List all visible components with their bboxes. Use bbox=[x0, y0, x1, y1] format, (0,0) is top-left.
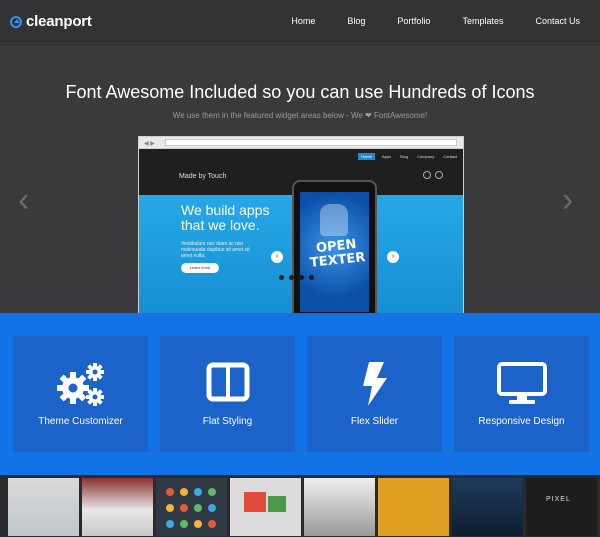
portfolio-thumbnail[interactable] bbox=[304, 478, 375, 536]
browser-toolbar: ◀ ▶ bbox=[139, 137, 463, 149]
hero-subtitle-start: We use them in the featured widget areas… bbox=[172, 111, 363, 120]
handprint-icon bbox=[320, 204, 348, 236]
nav-contact[interactable]: Contact Us bbox=[535, 16, 580, 26]
portfolio-thumbnail[interactable] bbox=[378, 478, 449, 536]
portfolio-thumbnail[interactable] bbox=[452, 478, 523, 536]
bolt-icon bbox=[307, 362, 442, 406]
mockup-nav-item: Apps bbox=[381, 154, 392, 159]
feature-label: Flat Styling bbox=[202, 416, 253, 427]
desktop-icon bbox=[454, 362, 589, 406]
phone-image: OPEN TEXTER bbox=[292, 180, 377, 325]
logo[interactable]: cleanport bbox=[10, 13, 92, 30]
mockup-body-text: Vestibulum nec diam ac nisi malesuada da… bbox=[181, 241, 250, 259]
logo-text: cleanport bbox=[26, 13, 92, 30]
features-section: Theme Customizer Flat Styling Flex Slide… bbox=[0, 313, 600, 475]
twitter-icon bbox=[423, 171, 431, 179]
heart-icon: ❤ bbox=[365, 111, 372, 120]
portfolio-thumbnail[interactable] bbox=[156, 478, 227, 536]
mockup-nav-item: Company bbox=[417, 154, 435, 159]
pager-dot bbox=[299, 275, 304, 280]
browser-url-bar bbox=[165, 139, 457, 146]
portfolio-thumbnail[interactable]: PIXEL bbox=[526, 478, 597, 536]
pager-dot bbox=[309, 275, 314, 280]
feature-label: Responsive Design bbox=[478, 416, 565, 427]
phone-app-title: OPEN TEXTER bbox=[309, 236, 367, 271]
mockup-social-icons bbox=[423, 171, 443, 179]
phone-screen: OPEN TEXTER bbox=[300, 192, 369, 312]
gears-icon bbox=[13, 362, 148, 408]
pager-dot bbox=[279, 275, 284, 280]
feature-card-flat-styling[interactable]: Flat Styling bbox=[160, 336, 295, 452]
portfolio-thumbnail[interactable] bbox=[82, 478, 153, 536]
mockup-nav-item: Home bbox=[358, 153, 375, 160]
portfolio-thumbnail[interactable] bbox=[8, 478, 79, 536]
feature-card-theme-customizer[interactable]: Theme Customizer bbox=[13, 336, 148, 452]
mockup-nav-item: Blog bbox=[400, 154, 409, 159]
hero-slider: Font Awesome Included so you can use Hun… bbox=[0, 45, 600, 358]
mockup-pager bbox=[279, 275, 314, 280]
nav-templates[interactable]: Templates bbox=[462, 16, 503, 26]
hero-subtitle-end: FontAwesome! bbox=[373, 111, 428, 120]
feature-card-flex-slider[interactable]: Flex Slider bbox=[307, 336, 442, 452]
mockup-headline: We build apps that we love. bbox=[181, 202, 270, 233]
site-header: cleanport Home Blog Portfolio Templates … bbox=[0, 0, 600, 44]
mockup-nav: Home Apps Blog Company Contact bbox=[358, 153, 459, 160]
slider-next-arrow-icon[interactable]: › bbox=[562, 183, 573, 217]
mockup-nav-item: Contact bbox=[443, 154, 457, 159]
mockup-learn-more-button: Learn more bbox=[181, 263, 219, 273]
mockup-tagline: Made by Touch bbox=[179, 173, 227, 180]
feature-label: Theme Customizer bbox=[38, 416, 123, 427]
portfolio-thumbnail-strip: PIXEL bbox=[0, 475, 600, 537]
pager-dot bbox=[289, 275, 294, 280]
facebook-icon bbox=[435, 171, 443, 179]
nav-home[interactable]: Home bbox=[291, 16, 315, 26]
pixel-thumb-label: PIXEL bbox=[546, 496, 571, 503]
browser-nav-arrows-icon: ◀ ▶ bbox=[144, 141, 155, 147]
mockup-prev-icon: ‹ bbox=[271, 251, 283, 263]
slider-prev-arrow-icon[interactable]: ‹ bbox=[18, 183, 29, 217]
logo-icon bbox=[10, 15, 22, 28]
portfolio-thumbnail[interactable] bbox=[230, 478, 301, 536]
hero-title: Font Awesome Included so you can use Hun… bbox=[65, 82, 535, 102]
columns-icon bbox=[160, 362, 295, 402]
main-nav: Home Blog Portfolio Templates Contact Us bbox=[259, 16, 580, 26]
feature-card-responsive-design[interactable]: Responsive Design bbox=[454, 336, 589, 452]
hero-subtitle: We use them in the featured widget areas… bbox=[0, 111, 600, 120]
nav-portfolio[interactable]: Portfolio bbox=[397, 16, 430, 26]
mockup-next-icon: › bbox=[387, 251, 399, 263]
nav-blog[interactable]: Blog bbox=[347, 16, 365, 26]
feature-label: Flex Slider bbox=[350, 416, 399, 427]
